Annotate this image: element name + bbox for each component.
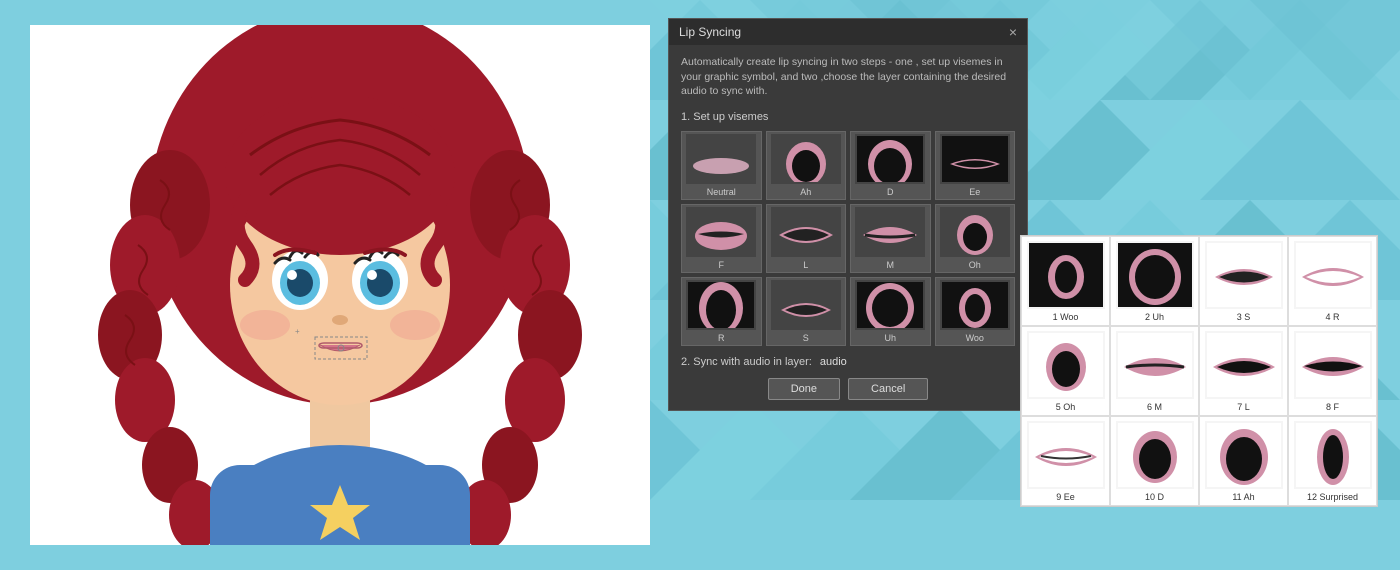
- lip-sync-dialog: Lip Syncing × Automatically create lip s…: [668, 18, 1028, 411]
- right-viseme-panel: 1 Woo 2 Uh 3 S: [1020, 235, 1378, 507]
- viseme-m-label: M: [887, 260, 895, 270]
- viseme-m[interactable]: M: [850, 204, 931, 273]
- viseme-d-label: D: [887, 187, 894, 197]
- right-viseme-5[interactable]: 5 Oh: [1021, 326, 1110, 416]
- viseme-f-label: F: [719, 260, 725, 270]
- canvas-area: +: [30, 25, 650, 545]
- viseme-ah[interactable]: Ah: [766, 131, 847, 200]
- cancel-button[interactable]: Cancel: [848, 378, 928, 400]
- viseme-r[interactable]: R: [681, 277, 762, 346]
- section1-label: 1. Set up visemes: [681, 111, 1015, 123]
- right-viseme-8[interactable]: 8 F: [1288, 326, 1377, 416]
- viseme-l[interactable]: L: [766, 204, 847, 273]
- viseme-uh[interactable]: Uh: [850, 277, 931, 346]
- close-button[interactable]: ×: [1009, 25, 1017, 39]
- done-button[interactable]: Done: [768, 378, 840, 400]
- viseme-neutral[interactable]: Neutral: [681, 131, 762, 200]
- dialog-description: Automatically create lip syncing in two …: [681, 55, 1015, 99]
- right-viseme-10-label: 10 D: [1145, 492, 1164, 502]
- viseme-f[interactable]: F: [681, 204, 762, 273]
- audio-row: 2. Sync with audio in layer: audio: [681, 356, 1015, 368]
- right-viseme-12[interactable]: 12 Surprised: [1288, 416, 1377, 506]
- right-viseme-4-label: 4 R: [1325, 312, 1339, 322]
- right-viseme-2-label: 2 Uh: [1145, 312, 1164, 322]
- right-viseme-10[interactable]: 10 D: [1110, 416, 1199, 506]
- right-viseme-2[interactable]: 2 Uh: [1110, 236, 1199, 326]
- right-viseme-9[interactable]: 9 Ee: [1021, 416, 1110, 506]
- audio-label: 2. Sync with audio in layer:: [681, 356, 812, 368]
- viseme-s-label: S: [803, 333, 809, 343]
- viseme-ee-label: Ee: [969, 187, 980, 197]
- right-viseme-3-label: 3 S: [1237, 312, 1251, 322]
- right-viseme-grid: 1 Woo 2 Uh 3 S: [1021, 236, 1377, 506]
- viseme-s[interactable]: S: [766, 277, 847, 346]
- viseme-woo-label: Woo: [966, 333, 984, 343]
- dialog-buttons: Done Cancel: [681, 378, 1015, 400]
- right-viseme-7[interactable]: 7 L: [1199, 326, 1288, 416]
- right-viseme-9-label: 9 Ee: [1056, 492, 1075, 502]
- right-viseme-1[interactable]: 1 Woo: [1021, 236, 1110, 326]
- right-viseme-3[interactable]: 3 S: [1199, 236, 1288, 326]
- audio-value: audio: [820, 356, 847, 368]
- right-viseme-11[interactable]: 11 Ah: [1199, 416, 1288, 506]
- dialog-title: Lip Syncing: [679, 25, 741, 39]
- viseme-grid: Neutral Ah: [681, 131, 1015, 346]
- svg-text:+: +: [295, 327, 300, 336]
- right-viseme-1-label: 1 Woo: [1053, 312, 1079, 322]
- viseme-ah-label: Ah: [800, 187, 811, 197]
- dialog-titlebar: Lip Syncing ×: [669, 19, 1027, 45]
- right-viseme-11-label: 11 Ah: [1232, 492, 1254, 502]
- viseme-r-label: R: [718, 333, 725, 343]
- viseme-oh-label: Oh: [969, 260, 981, 270]
- viseme-l-label: L: [803, 260, 808, 270]
- right-viseme-6[interactable]: 6 M: [1110, 326, 1199, 416]
- viseme-d[interactable]: D: [850, 131, 931, 200]
- viseme-oh[interactable]: Oh: [935, 204, 1016, 273]
- right-viseme-4[interactable]: 4 R: [1288, 236, 1377, 326]
- right-viseme-5-label: 5 Oh: [1056, 402, 1076, 412]
- viseme-woo[interactable]: Woo: [935, 277, 1016, 346]
- viseme-neutral-label: Neutral: [707, 187, 736, 197]
- right-viseme-8-label: 8 F: [1326, 402, 1339, 412]
- viseme-ee[interactable]: Ee: [935, 131, 1016, 200]
- right-viseme-6-label: 6 M: [1147, 402, 1162, 412]
- right-viseme-7-label: 7 L: [1237, 402, 1250, 412]
- viseme-uh-label: Uh: [884, 333, 896, 343]
- right-viseme-12-label: 12 Surprised: [1307, 492, 1358, 502]
